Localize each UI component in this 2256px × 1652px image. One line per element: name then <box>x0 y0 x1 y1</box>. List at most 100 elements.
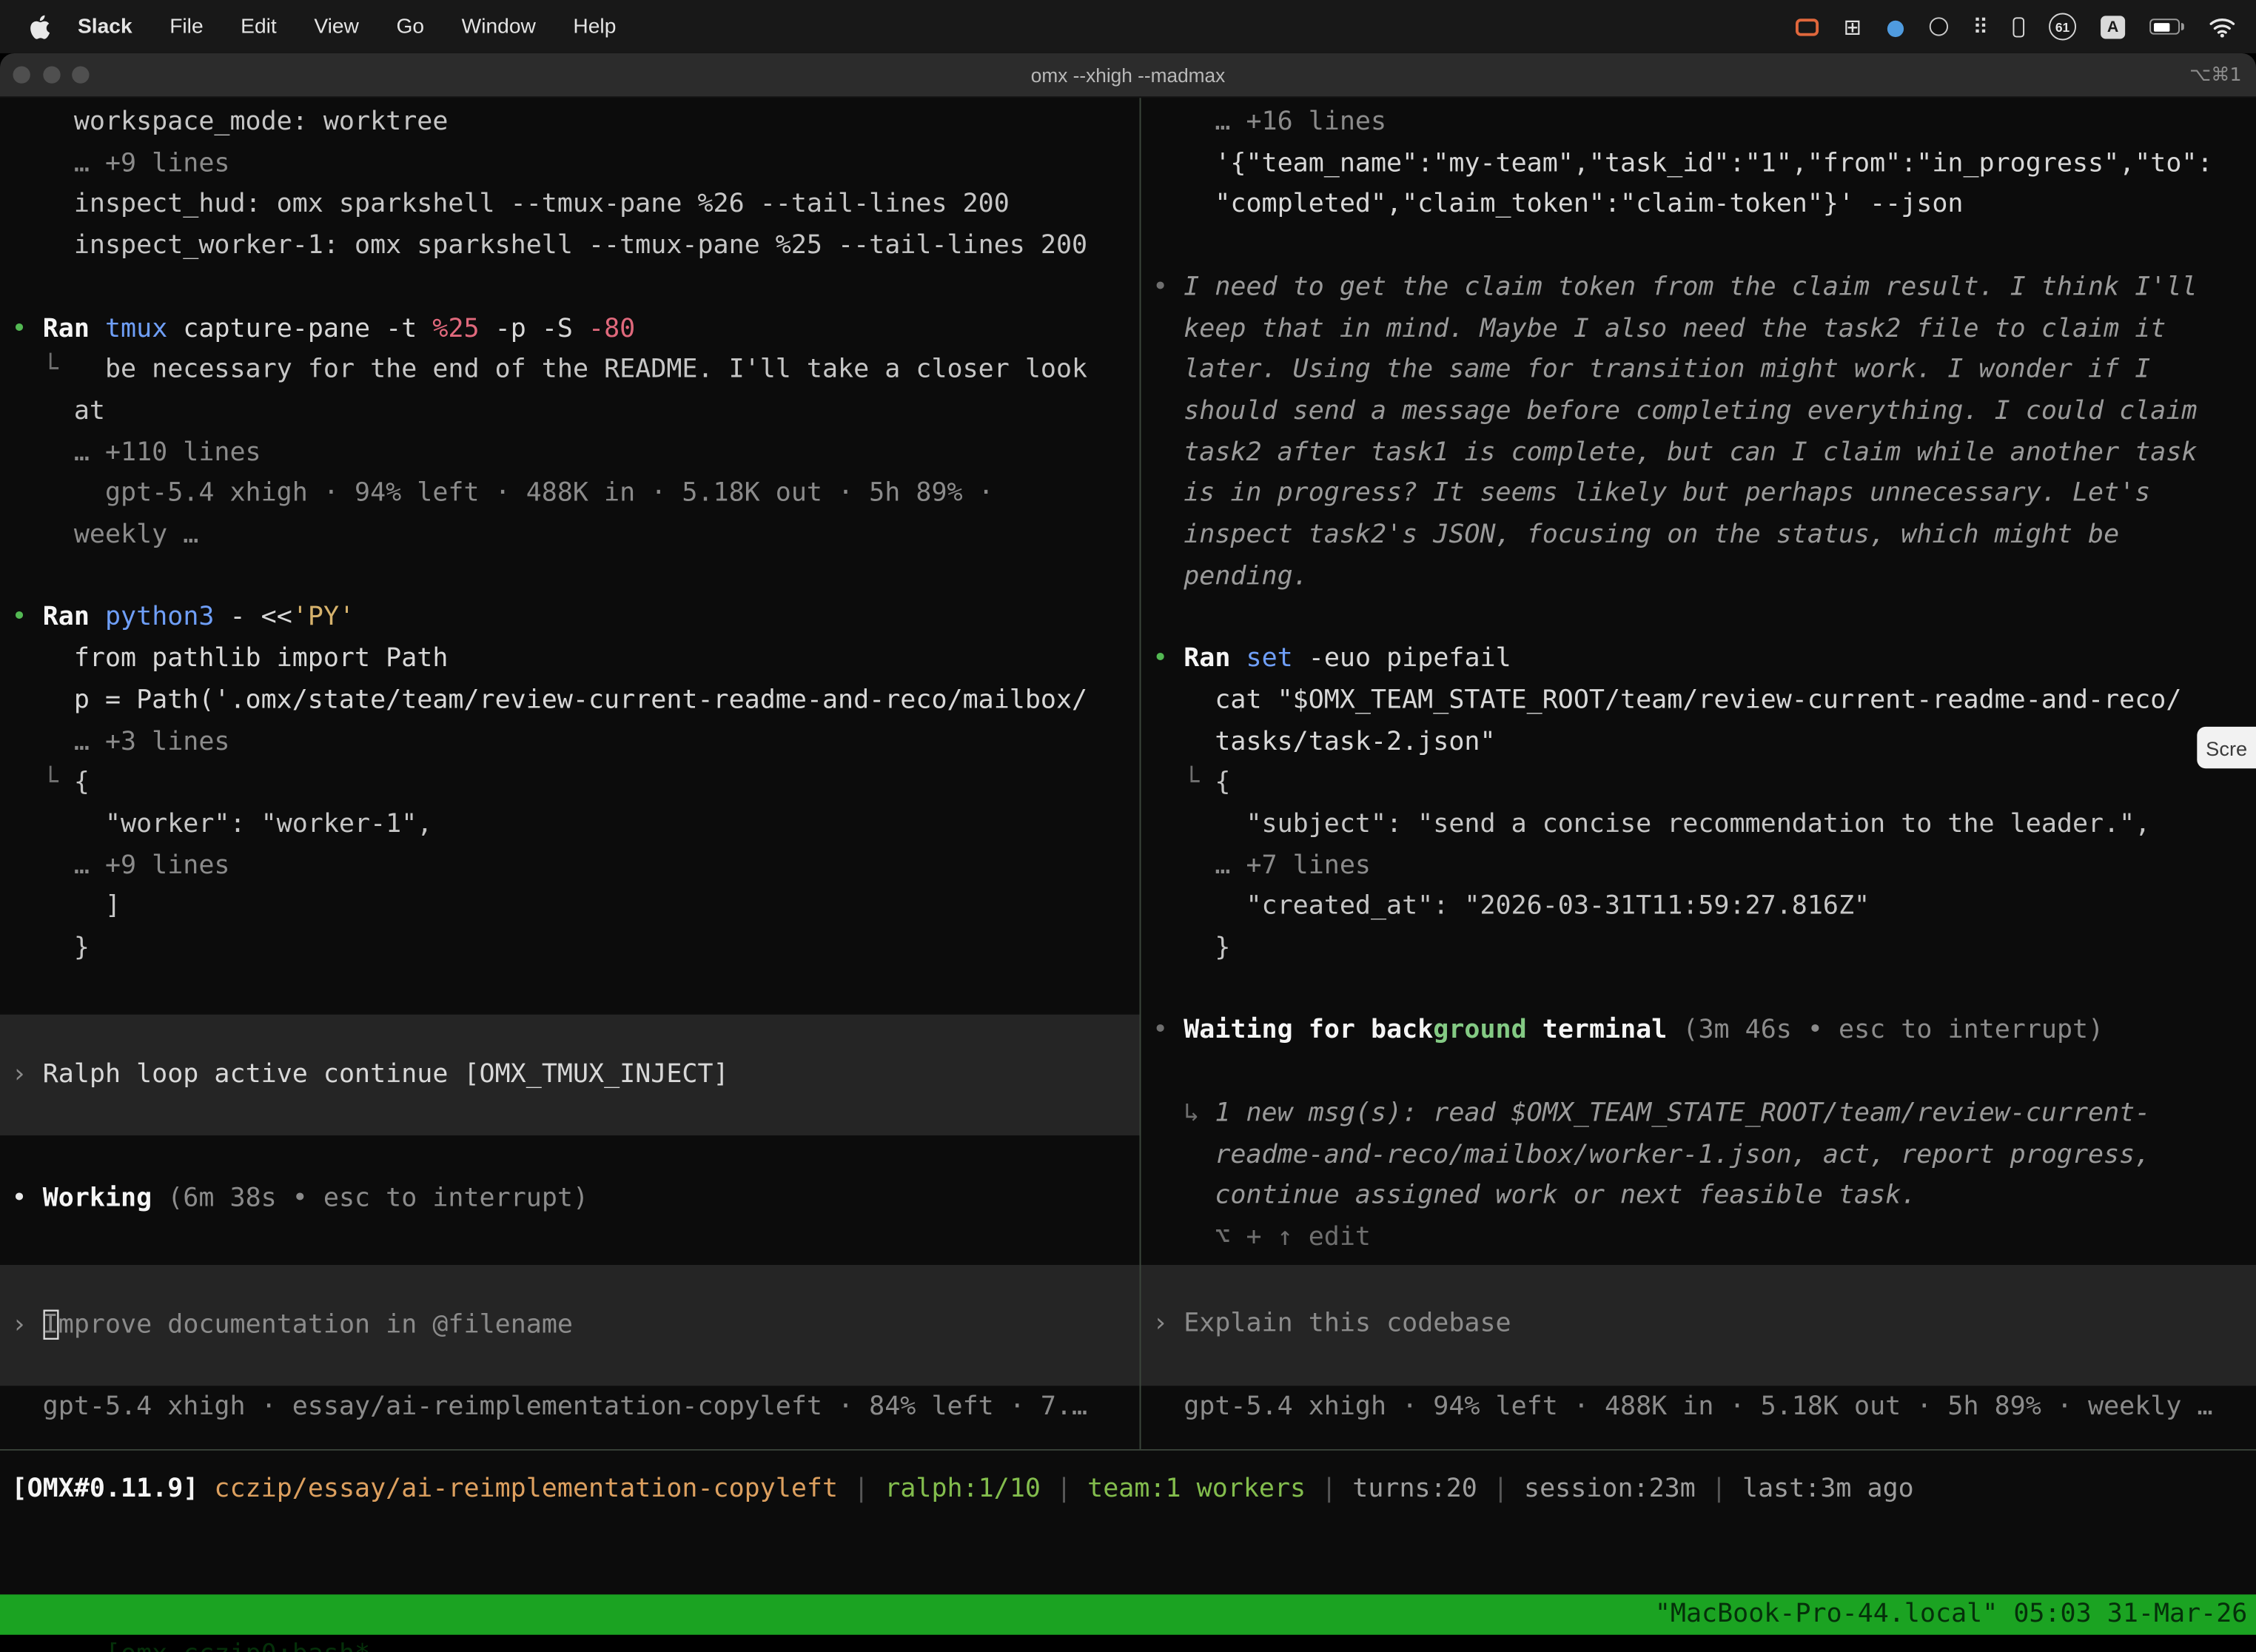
text-segment: 'PY' <box>292 602 355 633</box>
text-segment: (6m 38s • esc to interrupt) <box>152 1183 588 1214</box>
text-segment: "worker": "worker-1", <box>12 809 433 839</box>
text-segment: inspect task2's JSON, focusing on the st… <box>1152 520 2119 550</box>
terminal-line: inspect_hud: omx sparkshell --tmux-pane … <box>0 185 1140 226</box>
terminal-line: } <box>1141 928 2256 970</box>
text-segment: session:23m <box>1524 1474 1696 1504</box>
screen-share-overlay-button[interactable]: Scre <box>2197 727 2256 768</box>
menu-edit[interactable]: Edit <box>222 15 295 38</box>
text-segment: (3m 46s • esc to interrupt) <box>1667 1015 2104 1046</box>
tmux-pane-left[interactable]: workspace_mode: worktree … +9 lines insp… <box>0 98 1140 1449</box>
text-segment: • <box>12 1183 43 1214</box>
terminal-line: gpt-5.4 xhigh · 94% left · 488K in · 5.1… <box>0 474 1140 515</box>
screen-recording-icon[interactable] <box>1796 18 1819 35</box>
minimize-button[interactable] <box>42 66 59 83</box>
terminal-line: ⌥ + ↑ edit <box>1141 1218 2256 1259</box>
terminal-line: inspect task2's JSON, focusing on the st… <box>1141 515 2256 557</box>
left-pane-status: gpt-5.4 xhigh · essay/ai-reimplementatio… <box>0 1388 1140 1429</box>
terminal-line <box>1141 226 2256 267</box>
text-segment: … +110 lines <box>12 437 261 467</box>
text-segment: pending. <box>1152 561 1309 591</box>
terminal-line: • I need to get the claim token from the… <box>1141 267 2256 309</box>
text-segment: ground <box>1433 1015 1526 1046</box>
text-segment: ↳ <box>1152 1098 1215 1128</box>
text-segment: be necessary for the end of the README. … <box>105 355 1087 385</box>
text-segment: Ralph loop active continue [OMX_TMUX_INJ… <box>43 1059 729 1089</box>
tmux-panes-area: workspace_mode: worktree … +9 lines insp… <box>0 98 2256 1449</box>
menu-help[interactable]: Help <box>554 15 635 38</box>
terminal-line: └ { <box>0 763 1140 805</box>
text-segment: set <box>1246 643 1309 674</box>
text-segment: terminal <box>1527 1015 1668 1046</box>
window-titlebar[interactable]: omx --xhigh --madmax ⌥⌘1 <box>0 53 2256 98</box>
battery-percent-badge[interactable]: 61 <box>2049 13 2076 40</box>
terminal-line: "worker": "worker-1", <box>0 805 1140 846</box>
terminal-line <box>1141 1052 2256 1094</box>
omx-hud-pane: [OMX#0.11.9] cczip/essay/ai-reimplementa… <box>0 1451 2256 1594</box>
tmux-status-bar: [omx-cczip0:bash* "MacBook-Pro-44.local"… <box>0 1594 2256 1634</box>
sidecar-display-icon[interactable] <box>2013 16 2025 36</box>
text-segment: cczip/essay/ai-reimplementation-copyleft <box>214 1474 838 1504</box>
menu-go[interactable]: Go <box>377 15 443 38</box>
text-segment: later. Using the same for transition mig… <box>1152 355 2150 385</box>
terminal-line: ] <box>0 887 1140 928</box>
text-segment: '{"team_name":"my-team","task_id":"1","f… <box>1152 148 2213 178</box>
left-pane-scrollback: workspace_mode: worktree … +9 lines insp… <box>0 102 1140 1011</box>
text-segment: › <box>12 1309 43 1340</box>
text-segment: should send a message before completing … <box>1152 396 2197 426</box>
text-segment: python3 <box>105 602 230 633</box>
text-segment: … +16 lines <box>1152 107 1386 137</box>
text-segment: └ <box>1152 768 1215 798</box>
menu-file[interactable]: File <box>151 15 222 38</box>
terminal-line: keep that in mind. Maybe I also need the… <box>1141 309 2256 350</box>
battery-icon[interactable] <box>2149 19 2184 34</box>
zoom-button[interactable] <box>72 66 89 83</box>
text-segment: weekly … <box>12 520 199 550</box>
terminal-line <box>1141 970 2256 1011</box>
tmux-session-label: [omx-cczip0:bash* <box>93 1639 370 1652</box>
text-segment: inspect_worker-1: omx sparkshell --tmux-… <box>12 230 1088 261</box>
close-button[interactable] <box>13 66 30 83</box>
prompt-input-right[interactable]: › Explain this codebase <box>1141 1264 2256 1385</box>
terminal-window: omx --xhigh --madmax ⌥⌘1 workspace_mode:… <box>0 53 2256 1652</box>
tmux-pane-right[interactable]: … +16 lines '{"team_name":"my-team","tas… <box>1141 98 2256 1449</box>
text-segment: team:1 workers <box>1087 1474 1306 1504</box>
text-segment: gpt-5.4 xhigh · essay/ai-reimplementatio… <box>12 1391 1088 1422</box>
text-segment: … +9 lines <box>12 850 230 880</box>
menu-bar-status-icons: ⊞ ● ⠿ 61 A <box>1796 13 2236 40</box>
terminal-line <box>0 557 1140 598</box>
menu-window[interactable]: Window <box>443 15 554 38</box>
input-source-icon[interactable]: A <box>2101 15 2125 38</box>
wifi-icon[interactable] <box>2209 16 2236 36</box>
text-segment: { <box>1215 768 1230 798</box>
terminal-line: └ be necessary for the end of the README… <box>0 350 1140 392</box>
menu-app-name[interactable]: Slack <box>59 15 151 38</box>
text-segment: | <box>838 1474 884 1504</box>
terminal-line: tasks/task-2.json" <box>1141 722 2256 763</box>
terminal-line: } <box>0 928 1140 970</box>
terminal-line: "subject": "send a concise recommendatio… <box>1141 805 2256 846</box>
menu-view[interactable]: View <box>295 15 377 38</box>
prompt-input-right-text: › Explain this codebase <box>1141 1304 1511 1346</box>
terminal-line: • Ran python3 - <<'PY' <box>0 598 1140 639</box>
terminal-line: "completed","claim_token":"claim-token"}… <box>1141 185 2256 226</box>
prompt-input-left[interactable]: › Improve documentation in @filename <box>0 1265 1140 1386</box>
text-segment: › <box>12 1059 43 1089</box>
apple-menu-icon[interactable] <box>29 13 50 39</box>
terminal-line: … +7 lines <box>1141 846 2256 887</box>
blue-app-icon[interactable]: ● <box>1886 13 1904 39</box>
menu-bar-left: Slack FileEditViewGoWindowHelp <box>29 13 635 39</box>
screen: Slack FileEditViewGoWindowHelp ⊞ ● ⠿ 61 A om… <box>0 0 2256 1652</box>
text-segment: Explain this codebase <box>1184 1309 1511 1339</box>
text-segment: %25 <box>432 313 479 343</box>
text-segment: • <box>12 602 43 633</box>
text-segment: Ran <box>43 602 105 633</box>
traffic-lights <box>0 66 90 83</box>
window-grid-icon[interactable]: ⊞ <box>1844 13 1861 39</box>
text-segment: Ran <box>1184 643 1246 674</box>
terminal-line: readme-and-reco/mailbox/worker-1.json, a… <box>1141 1135 2256 1176</box>
dots-grid-icon[interactable]: ⠿ <box>1973 13 1988 39</box>
text-segment: › <box>1152 1309 1184 1339</box>
dark-app-icon[interactable] <box>1930 17 1948 36</box>
terminal-line: … +16 lines <box>1141 102 2256 144</box>
text-segment: at <box>12 396 105 426</box>
